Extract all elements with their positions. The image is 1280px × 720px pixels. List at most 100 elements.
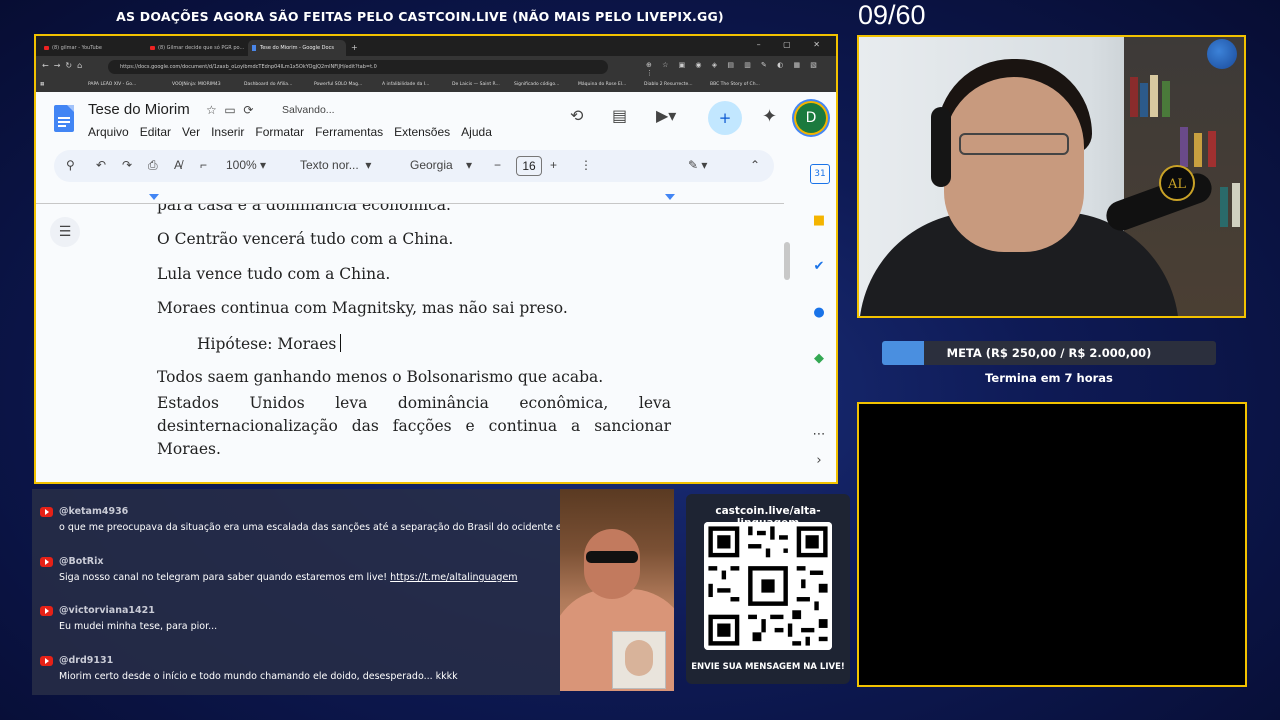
maps-icon[interactable]: ◆ — [810, 350, 828, 368]
back-icon[interactable]: ← — [42, 61, 54, 70]
bookmark-item[interactable]: VOOJNinja: MIORIM43 — [172, 80, 238, 90]
calendar-icon[interactable]: 31 — [810, 164, 830, 184]
scrollbar[interactable] — [784, 242, 790, 280]
url-input[interactable]: https://docs.google.com/document/d/1zaxb… — [108, 60, 608, 74]
menu-extensoes[interactable]: Extensões — [394, 125, 450, 139]
menu-editar[interactable]: Editar — [140, 125, 171, 139]
star-icon[interactable]: ☆ — [206, 103, 217, 117]
nav-buttons[interactable]: ←→↻⌂ — [42, 61, 87, 70]
tasks-icon[interactable]: ✔ — [810, 258, 828, 276]
chat-text: o que me preocupava da situação era uma … — [59, 522, 560, 533]
paragraph-indented: Hipótese: Moraes — [197, 334, 342, 353]
chat-username: @BotRix — [59, 556, 104, 567]
document-title[interactable]: Tese do Miorim — [88, 101, 190, 118]
chat-username: @victorviana1421 — [59, 605, 155, 616]
ruler — [36, 192, 784, 204]
bookmark-item[interactable]: Significado código... — [514, 80, 572, 90]
home-icon[interactable]: ⌂ — [77, 61, 87, 70]
youtube-icon — [40, 656, 53, 666]
google-docs-app: Tese do Miorim ☆ ▭ ⟳ Salvando... Arquivo… — [36, 92, 836, 482]
font-value: Georgia — [410, 158, 453, 172]
docs-logo-icon[interactable] — [54, 105, 74, 132]
youtube-icon — [40, 606, 53, 616]
share-button[interactable]: + — [708, 101, 742, 135]
title-icons: ☆ ▭ ⟳ — [206, 103, 253, 117]
paragraph: para casa e a dominância econômica. — [157, 204, 451, 214]
tab-bar: (8) gilmar - YouTube (8) Gilmar decide q… — [36, 36, 836, 56]
address-bar-row: ←→↻⌂ https://docs.google.com/document/d/… — [36, 56, 836, 78]
bookmark-item[interactable]: PAPA LEÃO XIV - Go... — [88, 80, 168, 90]
more-options-icon[interactable]: ⋮ — [580, 158, 592, 172]
window-controls[interactable]: – ▢ ✕ — [757, 40, 830, 49]
avatar[interactable]: D — [796, 103, 826, 133]
bookmark-item[interactable]: De Laicis — Saint R... — [452, 80, 508, 90]
menu-inserir[interactable]: Inserir — [211, 125, 244, 139]
undo-icon[interactable]: ↶ — [96, 158, 106, 172]
bookmark-item[interactable]: Powerful SOLO Mag... — [314, 80, 376, 90]
portrait-photo — [612, 631, 666, 689]
paragraph: Todos saem ganhando menos o Bolsonarismo… — [157, 368, 604, 386]
left-indent-marker[interactable] — [149, 194, 159, 200]
edit-mode-icon[interactable]: ✎ ▾ — [688, 158, 707, 172]
decrease-font-icon[interactable]: − — [494, 158, 501, 172]
chat-message: @drd9131 Miorim certo desde o início e t… — [32, 652, 560, 695]
font-select[interactable]: Georgia ▾ — [410, 158, 472, 172]
document-page[interactable]: para casa e a dominância econômica. O Ce… — [36, 204, 784, 482]
paragraph: Moraes continua com Magnitsky, mas não s… — [157, 299, 568, 317]
chat-text-body: Siga nosso canal no telegram para saber … — [59, 572, 388, 583]
redo-icon[interactable]: ↷ — [122, 158, 132, 172]
tab-google-docs[interactable]: Tese do Miorim - Google Docs — [248, 40, 346, 56]
tab-label: (8) Gilmar decide que só PGR po... — [158, 45, 245, 51]
bookmark-item[interactable]: A infalibilidade da I... — [382, 80, 446, 90]
youtube-icon — [40, 557, 53, 567]
style-select[interactable]: Texto nor... ▾ — [300, 158, 371, 172]
more-addons-icon[interactable]: ⋯ — [810, 426, 828, 444]
zoom-select[interactable]: 100% ▾ — [226, 158, 266, 172]
bookmarks-bar: ▦ PAPA LEÃO XIV - Go... VOOJNinja: MIORI… — [36, 78, 836, 93]
tab-youtube-2[interactable]: (8) Gilmar decide que só PGR po... — [146, 40, 246, 56]
menu-arquivo[interactable]: Arquivo — [88, 125, 129, 139]
keep-icon[interactable]: ■ — [810, 212, 828, 230]
reload-icon[interactable]: ↻ — [65, 61, 77, 70]
print-icon[interactable]: ⎙ — [148, 158, 158, 173]
docs-favicon-icon — [252, 45, 256, 51]
bookmark-item[interactable]: Dashboard do Afilia... — [244, 80, 308, 90]
bookmark-item[interactable]: Diablo 2 Resurrecte... — [644, 80, 706, 90]
donation-goal-bar: META (R$ 250,00 / R$ 2.000,00) — [882, 341, 1216, 365]
spellcheck-icon[interactable]: A̸ — [174, 158, 182, 172]
paragraph: O Centrão vencerá tudo com a China. — [157, 230, 454, 248]
menu-ver[interactable]: Ver — [182, 125, 200, 139]
paint-format-icon[interactable]: ⌐ — [200, 158, 207, 172]
history-icon[interactable]: ⟲ — [570, 106, 583, 125]
sunglasses — [586, 551, 638, 563]
qr-code[interactable] — [704, 522, 832, 650]
meet-icon[interactable]: ▶▾ — [656, 106, 676, 125]
forward-icon[interactable]: → — [54, 61, 66, 70]
chat-text: Miorim certo desde o início e todo mundo… — [59, 671, 458, 682]
menu-formatar[interactable]: Formatar — [255, 125, 304, 139]
contacts-icon[interactable]: ● — [810, 304, 828, 322]
search-icon[interactable]: ⚲ — [66, 158, 75, 172]
headphones — [931, 107, 951, 187]
expand-panel-icon[interactable]: › — [810, 452, 828, 470]
youtube-icon — [150, 46, 155, 50]
new-tab-button[interactable]: + — [348, 40, 362, 56]
tab-youtube[interactable]: (8) gilmar - YouTube — [40, 40, 144, 56]
bookmark-item[interactable]: Máquina do Rose El... — [578, 80, 638, 90]
font-size-input[interactable]: 16 — [516, 156, 542, 176]
increase-font-icon[interactable]: + — [550, 158, 557, 172]
telegram-link[interactable]: https://t.me/altalinguagem — [390, 572, 517, 583]
comments-icon[interactable]: ▤ — [612, 106, 627, 125]
chat-message: @ketam4936 o que me preocupava da situaç… — [32, 503, 560, 551]
text-cursor — [340, 334, 342, 352]
extension-icons[interactable]: ⊕ ☆ ▣ ◉ ◈ ▤ ▥ ✎ ◐ ▦ ▧ ⋮ — [646, 61, 836, 77]
gemini-icon[interactable]: ✦ — [762, 106, 777, 127]
save-status: Salvando... — [282, 104, 335, 116]
menu-ferramentas[interactable]: Ferramentas — [315, 125, 383, 139]
apps-icon[interactable]: ▦ — [40, 80, 50, 90]
bookmark-item[interactable]: BBC The Story of Ch... — [710, 80, 770, 90]
move-folder-icon[interactable]: ▭ — [224, 103, 235, 117]
right-indent-marker[interactable] — [665, 194, 675, 200]
collapse-toolbar-icon[interactable]: ⌃ — [750, 158, 760, 172]
menu-ajuda[interactable]: Ajuda — [461, 125, 492, 139]
